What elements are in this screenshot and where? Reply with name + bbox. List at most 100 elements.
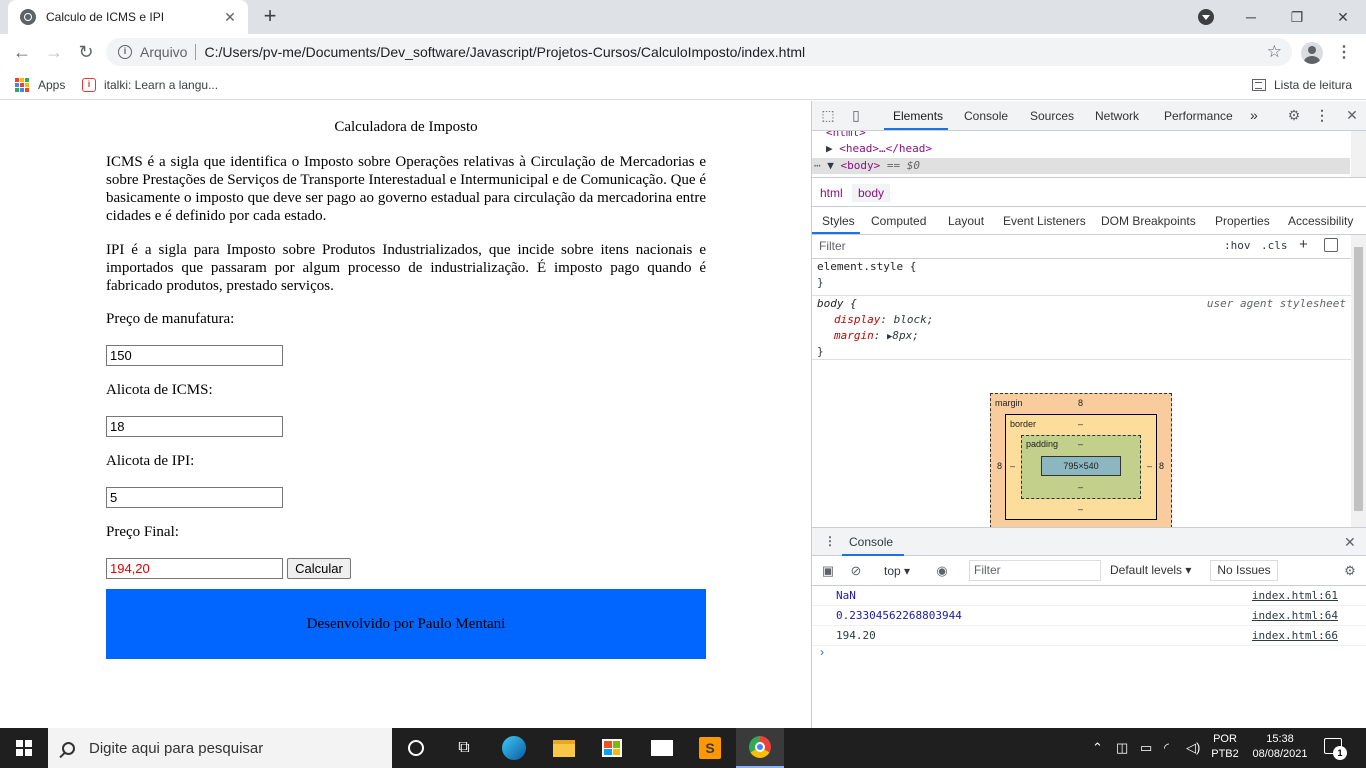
dom-head-node[interactable]: ▶ <head>…</head> [826, 141, 932, 157]
drawer-menu-icon[interactable]: ⋮ [824, 534, 836, 548]
file-explorer-app[interactable] [540, 728, 588, 768]
margin-top-value[interactable]: 8 [1078, 398, 1083, 408]
tab-properties[interactable]: Properties [1215, 214, 1270, 228]
url-text[interactable]: C:/Users/pv-me/Documents/Dev_software/Ja… [204, 44, 805, 60]
bookmark-star-icon[interactable]: ☆ [1267, 42, 1282, 62]
bookmark-italki[interactable]: i italki: Learn a langu... [82, 76, 218, 94]
tab-computed[interactable]: Computed [871, 214, 926, 228]
box-model-content[interactable]: 795×540 [1041, 456, 1121, 476]
address-bar[interactable]: i Arquivo C:/Users/pv-me/Documents/Dev_s… [106, 38, 1292, 66]
manufacture-price-input[interactable]: 150 [106, 345, 283, 366]
tab-dom-breakpoints[interactable]: DOM Breakpoints [1101, 214, 1196, 228]
info-icon[interactable]: i [118, 45, 132, 59]
ipi-rate-input[interactable]: 5 [106, 487, 283, 508]
browser-tab[interactable]: Calculo de ICMS e IPI ✕ [8, 0, 248, 34]
drawer-close-icon[interactable]: ✕ [1344, 534, 1356, 551]
mail-app[interactable] [638, 728, 686, 768]
log-source-link[interactable]: index.html:66 [1252, 626, 1338, 646]
sublime-text-app[interactable]: S [686, 728, 734, 768]
tab-accessibility[interactable]: Accessibility [1288, 214, 1353, 228]
devtools-menu-icon[interactable]: ⋮ [1314, 107, 1330, 123]
dom-scrollbar[interactable] [1351, 131, 1366, 177]
toggle-sidebar-icon[interactable] [1324, 238, 1338, 252]
tab-layout[interactable]: Layout [948, 214, 984, 228]
more-tabs-icon[interactable]: » [1250, 107, 1258, 123]
margin-declaration[interactable]: margin: ▶8px; [834, 328, 919, 344]
final-price-output[interactable]: 194,20 [106, 558, 283, 579]
padding-bottom-value[interactable]: – [1078, 482, 1083, 492]
wifi-icon[interactable]: ◜ [1164, 740, 1169, 756]
breadcrumb-body[interactable]: body [852, 184, 891, 202]
log-source-link[interactable]: index.html:61 [1252, 586, 1338, 606]
border-bottom-value[interactable]: – [1078, 504, 1083, 514]
tab-sources[interactable]: Sources [1030, 109, 1074, 123]
tab-performance[interactable]: Performance [1164, 109, 1233, 123]
forward-arrow-icon[interactable]: → [42, 40, 66, 64]
dom-html-node[interactable]: <html> [826, 131, 866, 141]
breadcrumb-html[interactable]: html [814, 184, 849, 202]
styles-scrollbar[interactable] [1351, 235, 1366, 527]
expand-triangle-icon[interactable]: ▶ [826, 142, 833, 155]
calculate-button[interactable]: Calcular [287, 558, 351, 579]
tab-console[interactable]: Console [964, 109, 1008, 123]
device-toolbar-icon[interactable]: ▯ [848, 107, 864, 123]
box-model-border[interactable]: border – – – – padding – – 795×540 [1005, 414, 1157, 520]
tab-styles[interactable]: Styles [822, 214, 855, 228]
box-model-padding[interactable]: padding – – 795×540 [1021, 435, 1141, 499]
scrollbar-thumb[interactable] [1354, 247, 1363, 511]
margin-left-value[interactable]: 8 [997, 461, 1002, 471]
body-rule-selector[interactable]: body { [817, 296, 857, 312]
icms-rate-input[interactable]: 18 [106, 416, 283, 437]
chrome-app[interactable] [736, 728, 784, 768]
clear-console-icon[interactable]: ⊘ [848, 563, 864, 579]
cortana-button[interactable] [392, 728, 440, 768]
task-view-button[interactable]: ⧉ [440, 728, 488, 768]
collapse-triangle-icon[interactable]: ▼ [827, 159, 834, 172]
settings-gear-icon[interactable]: ⚙ [1286, 107, 1302, 123]
dom-body-node[interactable]: ⋯ ▼ <body> == $0 [812, 158, 1350, 174]
log-levels-dropdown[interactable]: Default levels ▾ [1110, 563, 1191, 577]
border-left-value[interactable]: – [1010, 461, 1015, 471]
profile-avatar[interactable] [1301, 42, 1323, 64]
store-app[interactable] [588, 728, 636, 768]
styles-filter-input[interactable]: Filter [819, 239, 846, 253]
live-expression-eye-icon[interactable]: ◉ [934, 563, 950, 579]
reading-list[interactable]: Lista de leitura [1252, 76, 1352, 94]
chrome-menu-icon[interactable]: ⋮ [1336, 42, 1352, 64]
start-button[interactable] [0, 728, 48, 768]
border-right-value[interactable]: – [1147, 461, 1152, 471]
drawer-tab-console[interactable]: Console [849, 535, 893, 549]
show-sidebar-icon[interactable]: ▣ [820, 563, 836, 579]
element-style-rule[interactable]: element.style { [817, 259, 916, 275]
hov-toggle[interactable]: :hov [1224, 239, 1251, 252]
bookmark-apps[interactable]: Apps [15, 76, 65, 94]
tab-network[interactable]: Network [1095, 109, 1139, 123]
window-close-button[interactable]: ✕ [1320, 0, 1366, 34]
console-settings-gear-icon[interactable]: ⚙ [1342, 563, 1358, 579]
maximize-button[interactable]: ❐ [1274, 0, 1320, 34]
border-top-value[interactable]: – [1078, 419, 1083, 429]
tab-event-listeners[interactable]: Event Listeners [1003, 214, 1086, 228]
console-prompt[interactable]: › [820, 645, 824, 659]
new-tab-button[interactable]: + [258, 5, 282, 29]
back-arrow-icon[interactable]: ← [10, 40, 34, 64]
devtools-close-icon[interactable]: ✕ [1344, 107, 1360, 123]
tab-search-icon[interactable] [1198, 9, 1214, 25]
new-rule-plus-icon[interactable]: + [1299, 236, 1308, 253]
margin-right-value[interactable]: 8 [1159, 461, 1164, 471]
meet-now-icon[interactable]: ◫ [1116, 740, 1128, 756]
taskbar-search[interactable]: Digite aqui para pesquisar [48, 728, 392, 768]
volume-icon[interactable]: ◁) [1186, 740, 1200, 756]
log-source-link[interactable]: index.html:64 [1252, 606, 1338, 626]
minimize-button[interactable]: ─ [1228, 0, 1274, 34]
reload-icon[interactable]: ↻ [74, 40, 98, 64]
inspect-element-icon[interactable]: ⬚ [820, 107, 836, 123]
system-clock[interactable]: 15:38 08/08/2021 [1252, 732, 1308, 762]
padding-top-value[interactable]: – [1078, 439, 1083, 449]
context-selector[interactable]: top ▾ [884, 564, 910, 578]
box-model-margin[interactable]: margin 8 8 8 border – – – – padding – – … [990, 393, 1172, 527]
cls-toggle[interactable]: .cls [1261, 239, 1288, 252]
edge-app[interactable] [490, 728, 538, 768]
input-language-indicator[interactable]: POR PTB2 [1210, 732, 1240, 762]
issues-button[interactable]: No Issues [1210, 560, 1278, 581]
